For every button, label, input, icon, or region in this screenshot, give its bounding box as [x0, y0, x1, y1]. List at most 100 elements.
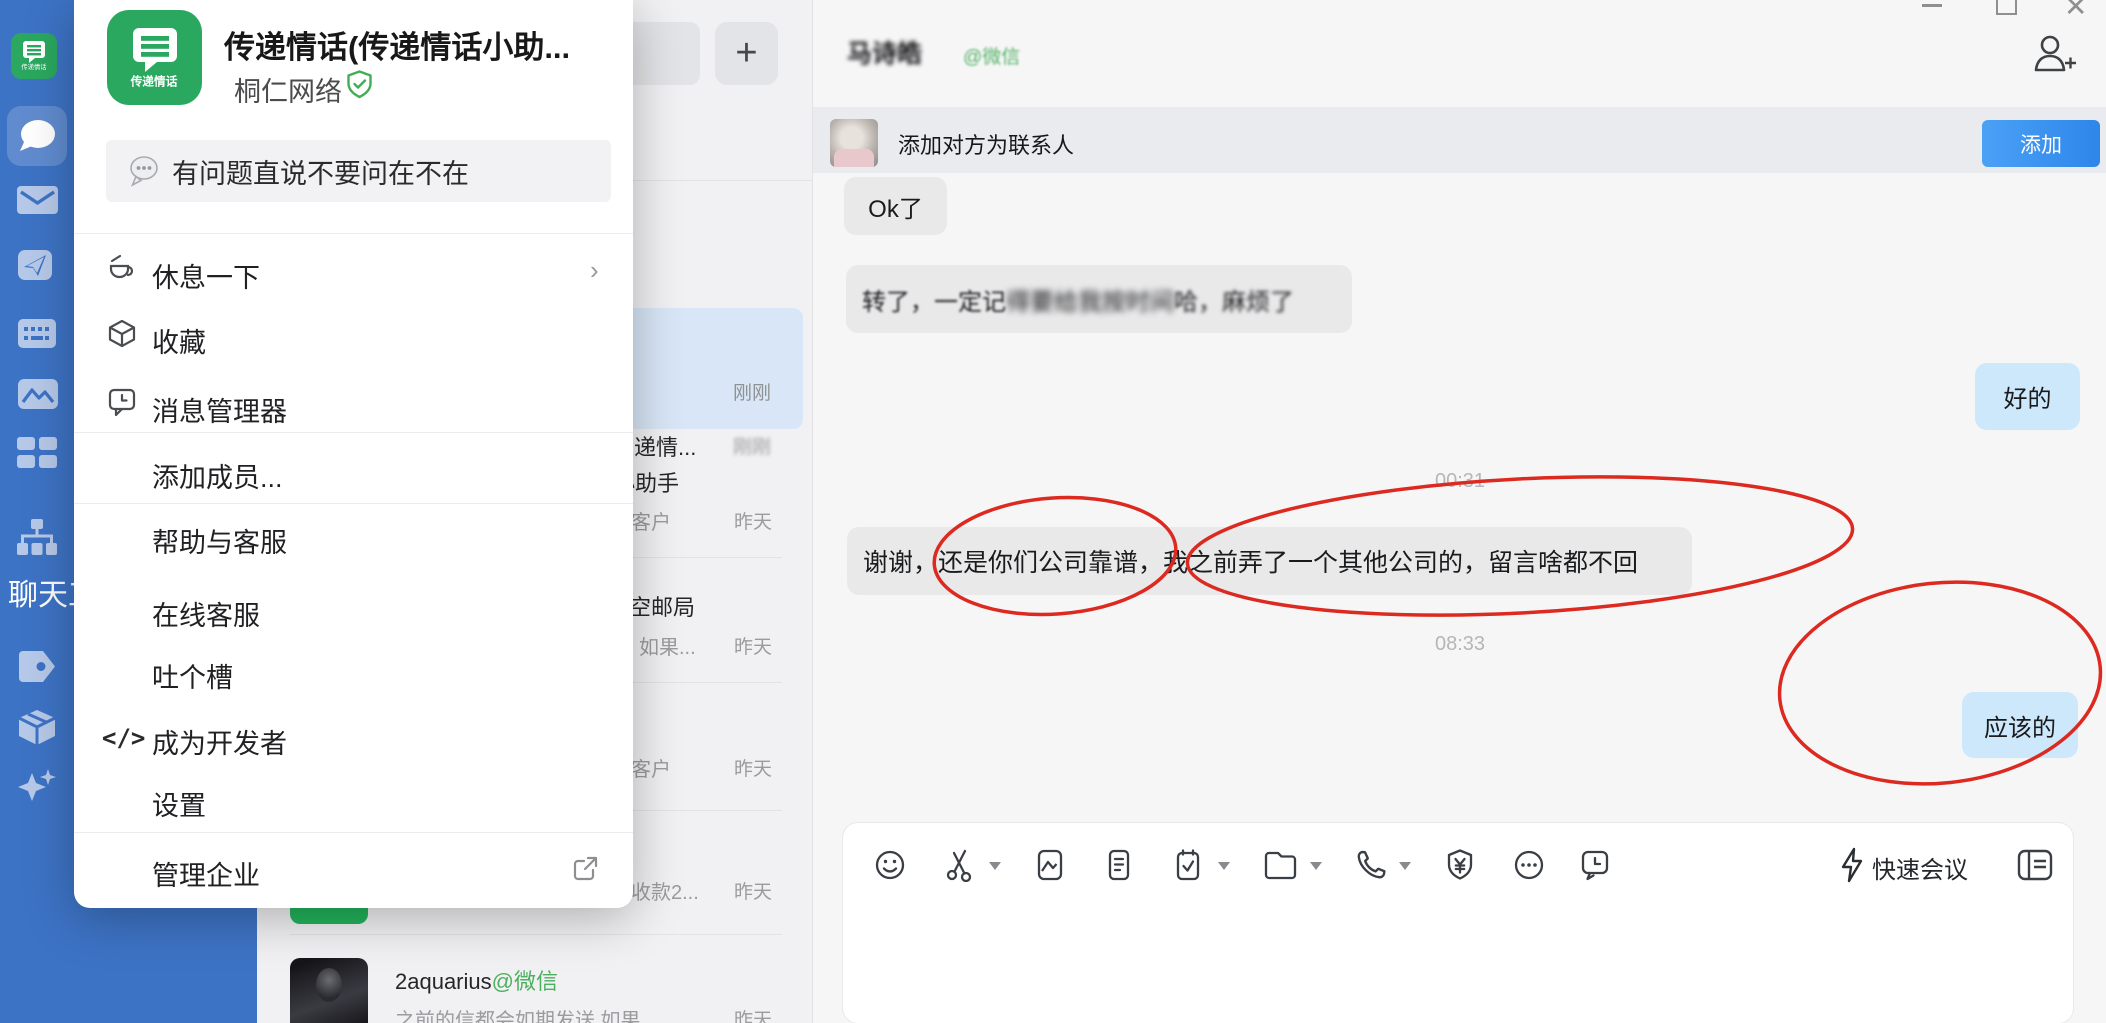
menu-label: 设置	[152, 784, 206, 823]
image-icon[interactable]	[1033, 848, 1067, 882]
more-icon[interactable]	[1512, 848, 1546, 882]
menu-label: 成为开发者	[152, 722, 287, 761]
close-button[interactable]: ✕	[2064, 0, 2087, 23]
menu-label: 添加成员...	[152, 456, 283, 495]
folder-icon[interactable]	[1262, 848, 1296, 882]
menu-item-settings[interactable]: 设置	[74, 777, 633, 821]
menu-item-rest[interactable]: 休息一下 ›	[74, 249, 633, 293]
chat-name: 空邮局	[629, 590, 695, 622]
keyboard-icon	[18, 319, 56, 348]
message-text: 转了，一定记	[862, 282, 1006, 317]
popup-title: 传递情话(传递情话小助...	[224, 22, 570, 67]
sidebar-item-org[interactable]	[17, 519, 57, 557]
call-icon[interactable]	[1354, 848, 1388, 882]
menu-item-add-member[interactable]: 添加成员...	[74, 449, 633, 493]
external-link-icon	[573, 856, 598, 881]
screenshot-dropdown-caret[interactable]	[989, 862, 1001, 870]
message-bubble-in: Ok了	[844, 177, 947, 235]
app-logo[interactable]: 传递情话	[11, 33, 57, 79]
timestamp: 08:33	[1400, 633, 1520, 656]
sidebar-item-tag[interactable]	[17, 650, 57, 683]
menu-label: 在线客服	[152, 594, 260, 633]
teacup-icon	[106, 251, 138, 283]
org-chart-icon	[17, 519, 57, 557]
sidebar-item-spark[interactable]	[18, 767, 56, 805]
sidebar-item-keyboard[interactable]	[18, 319, 56, 348]
message-bubble-out: 应该的	[1962, 692, 2078, 758]
message-text: 好的	[2004, 379, 2052, 414]
add-button-label: 添加	[2020, 129, 2062, 159]
verified-shield-icon	[346, 70, 373, 99]
chat-time: 昨天	[734, 632, 772, 659]
menu-item-feedback[interactable]: 吐个槽	[74, 649, 633, 693]
chat-name: 2aquarius@微信	[395, 964, 558, 996]
chat-preview: 客户	[631, 506, 671, 535]
sidebar-item-mail[interactable]	[17, 186, 58, 214]
menu-item-help[interactable]: 帮助与客服	[74, 514, 633, 558]
add-contact-icon[interactable]	[2028, 32, 2078, 76]
spark-icon	[18, 767, 56, 805]
todo-dropdown-caret[interactable]	[1218, 862, 1230, 870]
menu-item-online-service[interactable]: 在线客服	[74, 587, 633, 631]
emoji-icon[interactable]	[873, 848, 907, 882]
sidebar-item-apps[interactable]	[17, 437, 57, 469]
chat-history-icon[interactable]	[1578, 848, 1612, 882]
menu-item-favorites[interactable]: 收藏	[74, 314, 633, 358]
message-text: 谢谢，还是你们公司靠谱，我之前弄了一个其他公司的，留言啥都不回	[863, 543, 1638, 579]
menu-item-msg-manager[interactable]: 消息管理器	[74, 383, 633, 427]
maximize-button[interactable]	[1996, 0, 2017, 15]
folder-dropdown-caret[interactable]	[1310, 862, 1322, 870]
menu-label: 管理企业	[152, 854, 260, 893]
file-icon[interactable]	[1102, 848, 1136, 882]
menu-item-manage-corp[interactable]: 管理企业	[74, 847, 633, 891]
add-contact-button[interactable]: 添加	[1982, 120, 2100, 167]
chevron-right-icon: ›	[590, 255, 599, 286]
add-chat-button[interactable]: +	[715, 22, 778, 85]
chat-preview: 如果...	[639, 631, 696, 660]
call-dropdown-caret[interactable]	[1399, 862, 1411, 870]
list-item[interactable]: 2aquarius@微信 之前的信都会如期发送,如果 昨天	[257, 934, 812, 1023]
sidebar-item-photos[interactable]	[18, 379, 58, 409]
chat-time: 刚刚	[733, 378, 771, 405]
sidebar-item-workbench[interactable]	[18, 250, 52, 280]
quick-meeting-bolt-icon[interactable]	[1840, 847, 1864, 883]
code-icon: </>	[102, 724, 145, 752]
message-bubble-in: 谢谢，还是你们公司靠谱，我之前弄了一个其他公司的，留言啥都不回	[847, 527, 1692, 595]
minimize-button[interactable]	[1922, 4, 1942, 7]
chat-bubble-icon	[16, 118, 58, 154]
message-bubble-in-censored: 转了，一定记得要给我按时间哈，麻烦了	[846, 265, 1352, 333]
sidebar-item-chats[interactable]	[7, 106, 67, 166]
message-text: 应该的	[1984, 708, 2056, 743]
apps-grid-icon	[17, 437, 57, 469]
message-text: Ok了	[868, 189, 923, 224]
favorites-box-icon	[106, 318, 138, 350]
sidebar-item-package[interactable]	[17, 710, 57, 745]
chat-time: 昨天	[734, 507, 772, 534]
status-text: 有问题直说不要问在不在	[172, 152, 469, 191]
profile-popup: 传递情话 传递情话(传递情话小助... 桐仁网络 有问题直说不要问在不在	[74, 0, 633, 908]
menu-label: 休息一下	[152, 256, 260, 295]
quick-meeting-button[interactable]: 快速会议	[1872, 850, 1968, 885]
side-panel-icon[interactable]	[2016, 847, 2054, 883]
screenshot-scissors-icon[interactable]	[942, 848, 976, 882]
tag-icon	[17, 650, 57, 683]
wechat-badge: @微信	[492, 969, 558, 994]
menu-label: 吐个槽	[152, 656, 233, 695]
app-logo-icon	[127, 26, 183, 74]
menu-label: 收藏	[152, 321, 206, 360]
payment-icon[interactable]	[1443, 848, 1477, 882]
popup-org: 桐仁网络	[234, 70, 342, 109]
todo-icon[interactable]	[1171, 848, 1205, 882]
package-icon	[17, 710, 57, 745]
chat-preview: 之前的信都会如期发送,如果	[395, 1004, 641, 1023]
message-manager-icon	[106, 386, 138, 418]
message-text-censored: 得要给我按时间	[1006, 282, 1174, 317]
menu-item-developer[interactable]: </> 成为开发者	[74, 715, 633, 759]
wechat-badge: @微信	[963, 42, 1020, 69]
avatar	[290, 958, 368, 1023]
app-logo-icon	[20, 40, 48, 64]
chat-time: 昨天	[734, 1005, 772, 1023]
add-contact-banner: 添加对方为联系人 添加	[813, 107, 2106, 173]
paper-plane-icon	[18, 250, 52, 280]
status-message[interactable]: 有问题直说不要问在不在	[106, 140, 611, 202]
